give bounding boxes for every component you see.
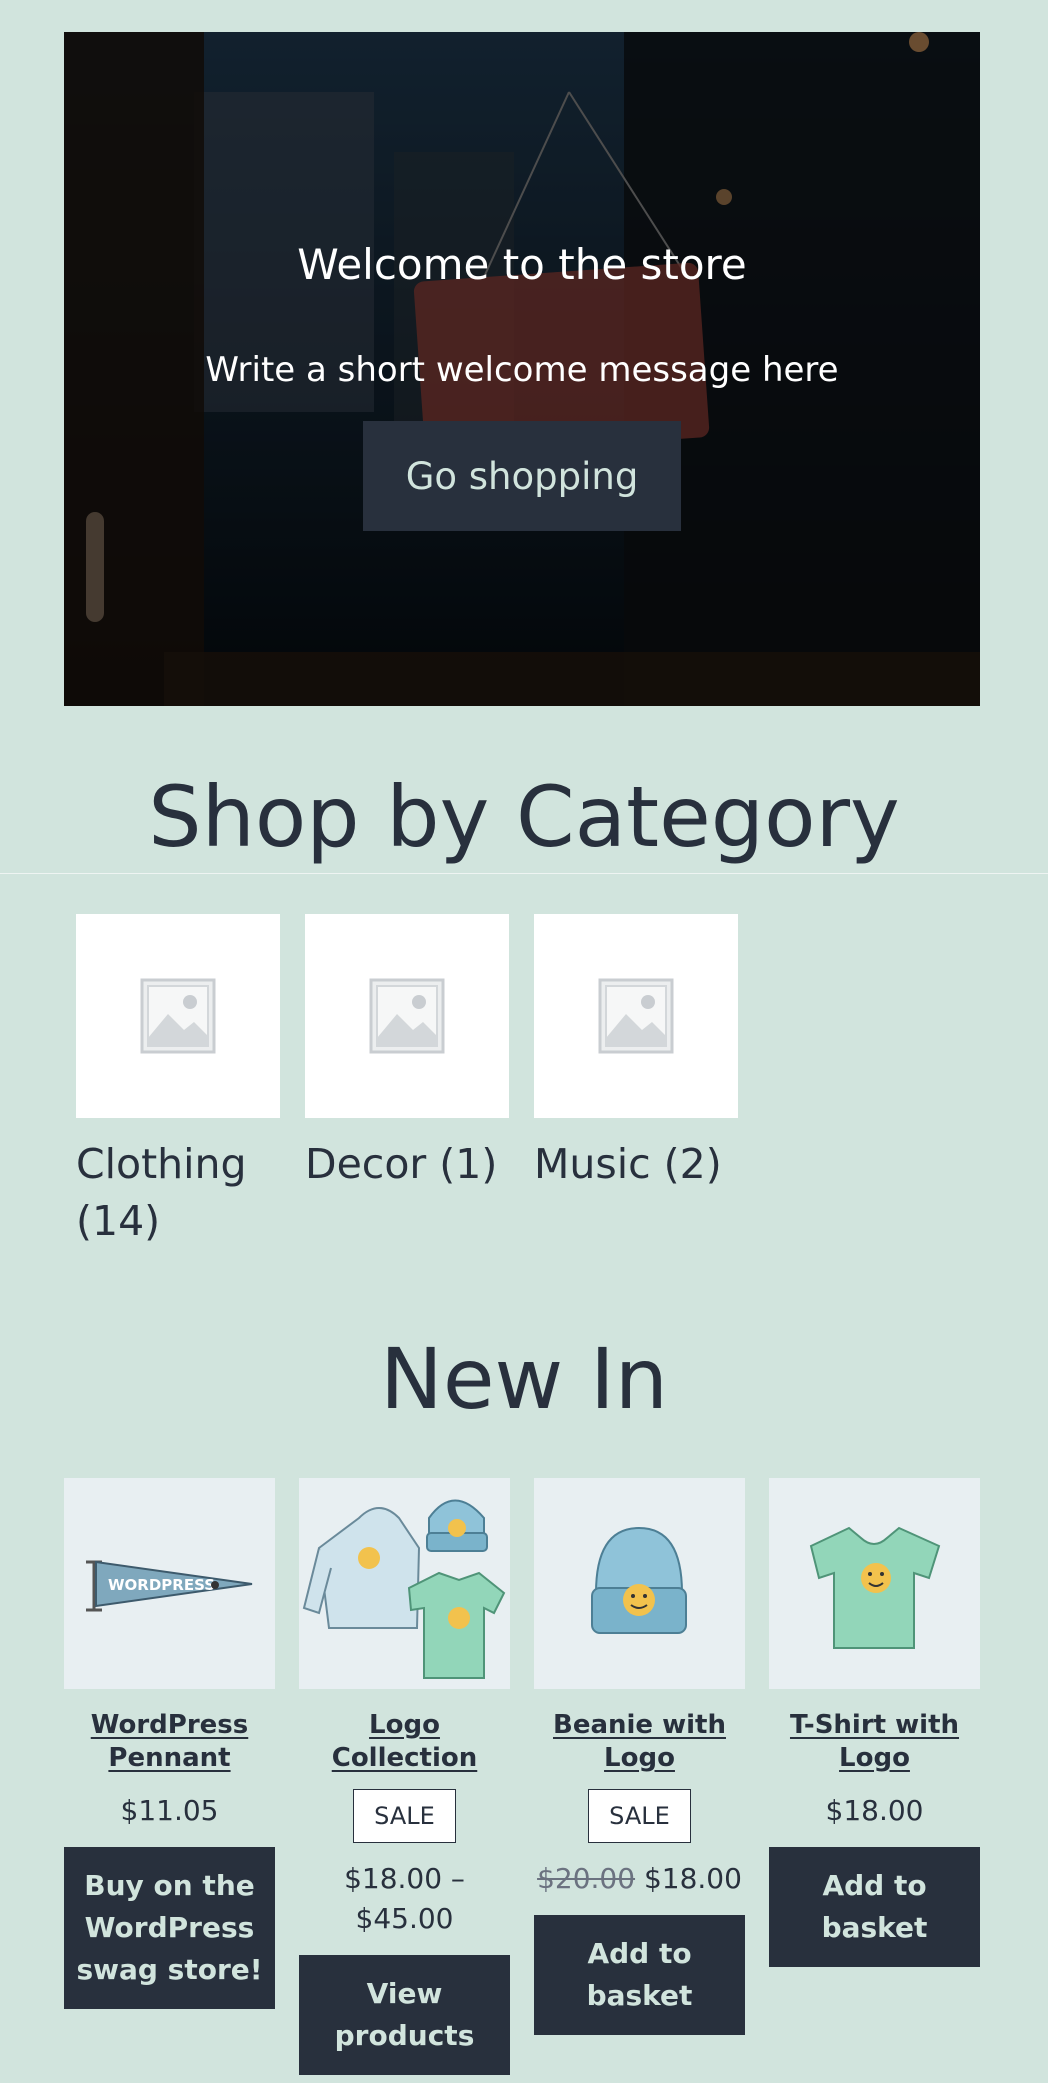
add-to-basket-button[interactable]: Add to basket: [769, 1847, 980, 1967]
placeholder-image-icon: [598, 978, 674, 1054]
tshirt-icon: [809, 1526, 941, 1649]
category-thumbnail[interactable]: [305, 914, 509, 1118]
svg-text:WORDPRESS: WORDPRESS: [108, 1576, 215, 1594]
product-image[interactable]: [534, 1478, 745, 1689]
hero-title: Welcome to the store: [297, 240, 747, 289]
product-price: $18.00: [825, 1794, 924, 1827]
product-card-wordpress-pennant: WORDPRESS WordPress Pennant $11.05 Buy o…: [64, 1478, 275, 2009]
category-item-clothing[interactable]: Clothing (14): [76, 914, 280, 1250]
original-price: $20.00: [537, 1862, 636, 1895]
product-title[interactable]: Logo Collection: [299, 1709, 510, 1775]
sale-badge: SALE: [353, 1789, 456, 1843]
beanie-icon: [591, 1526, 687, 1634]
product-card-tshirt-with-logo: T-Shirt with Logo $18.00 Add to basket: [769, 1478, 980, 1967]
category-name[interactable]: Decor (1): [305, 1140, 497, 1188]
product-image[interactable]: WORDPRESS: [64, 1478, 275, 1689]
hero-subtitle: Write a short welcome message here: [205, 350, 839, 390]
product-price: $20.00 $18.00: [534, 1859, 745, 1899]
sale-badge: SALE: [588, 1789, 691, 1843]
category-item-music[interactable]: Music (2): [534, 914, 738, 1193]
placeholder-image-icon: [369, 978, 445, 1054]
shop-by-category-heading: Shop by Category: [148, 768, 900, 866]
category-name[interactable]: Clothing (14): [76, 1140, 247, 1245]
category-name[interactable]: Music (2): [534, 1140, 722, 1188]
product-image[interactable]: [299, 1478, 510, 1689]
hero-cover: Welcome to the store Write a short welco…: [64, 32, 980, 706]
category-thumbnail[interactable]: [76, 914, 280, 1118]
product-price: $11.05: [120, 1794, 219, 1827]
product-card-beanie-with-logo: Beanie with Logo SALE $20.00 $18.00 Add …: [534, 1478, 745, 2035]
new-in-heading: New In: [380, 1330, 668, 1428]
sale-price: $18.00: [643, 1862, 742, 1895]
clothing-collection-icon: [302, 1499, 506, 1679]
buy-on-swag-store-button[interactable]: Buy on the WordPress swag store!: [64, 1847, 275, 2009]
pennant-icon: WORDPRESS: [85, 1560, 252, 1611]
product-price-range: $18.00 – $45.00: [344, 1862, 465, 1935]
view-products-button[interactable]: View products: [299, 1955, 510, 2075]
product-title[interactable]: Beanie with Logo: [534, 1709, 745, 1775]
product-image[interactable]: [769, 1478, 980, 1689]
placeholder-image-icon: [140, 978, 216, 1054]
add-to-basket-button[interactable]: Add to basket: [534, 1915, 745, 2035]
go-shopping-button[interactable]: Go shopping: [363, 421, 681, 531]
product-card-logo-collection: Logo Collection SALE $18.00 – $45.00 Vie…: [299, 1478, 510, 2075]
category-thumbnail[interactable]: [534, 914, 738, 1118]
product-title[interactable]: T-Shirt with Logo: [769, 1709, 980, 1775]
category-item-decor[interactable]: Decor (1): [305, 914, 509, 1193]
section-divider: [0, 873, 1048, 874]
product-title[interactable]: WordPress Pennant: [64, 1709, 275, 1775]
